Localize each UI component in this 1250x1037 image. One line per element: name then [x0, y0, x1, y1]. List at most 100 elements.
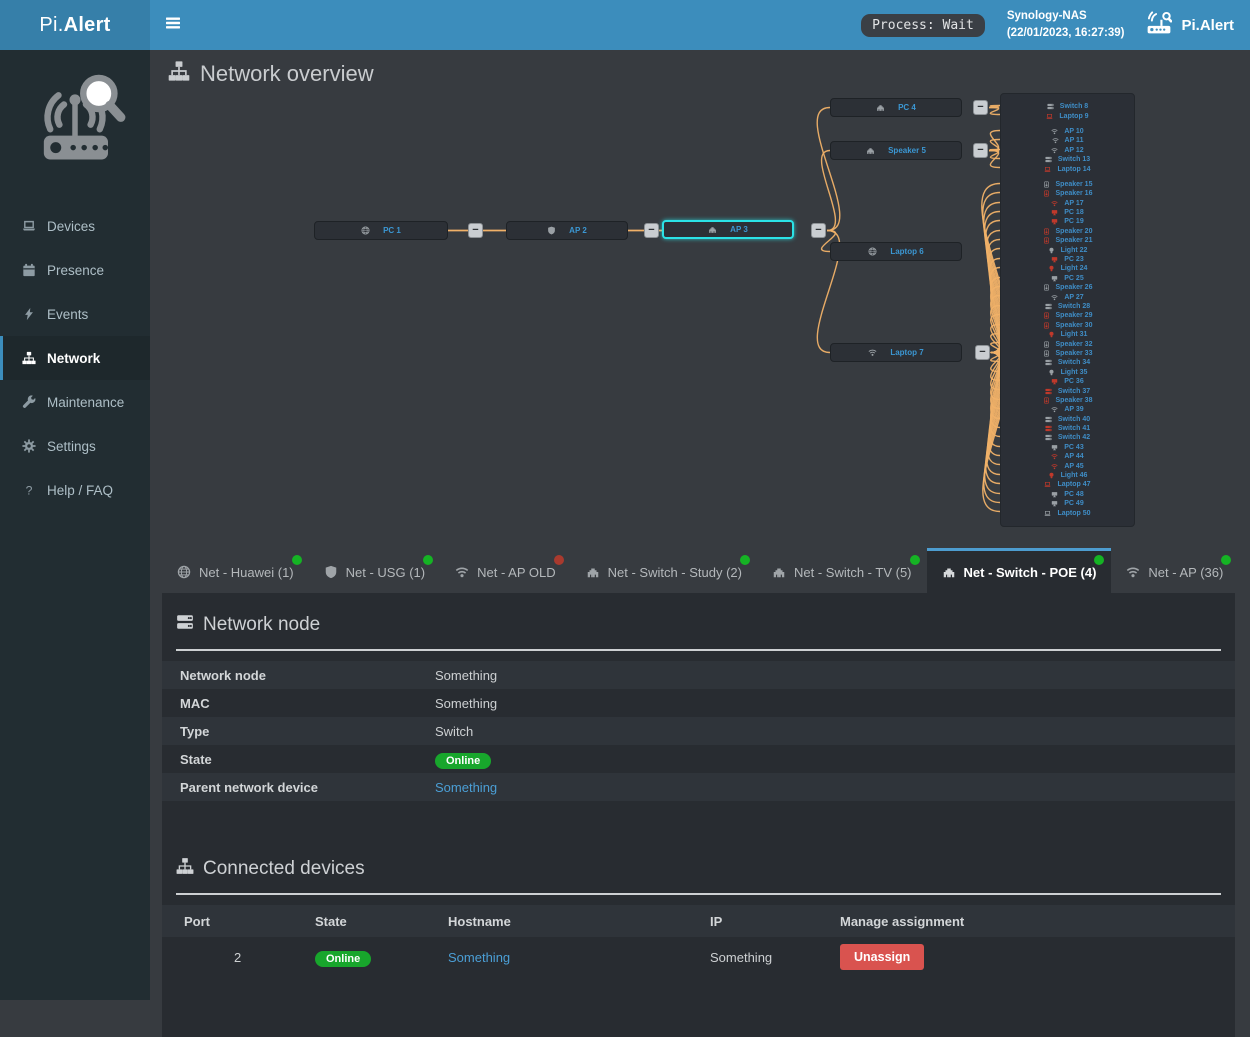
device-item-ap-27[interactable]: AP 27 — [1005, 292, 1130, 301]
network-node-laptop-7[interactable]: Laptop 7 — [830, 343, 962, 362]
collapse-button-pc4[interactable]: − — [973, 100, 988, 115]
device-item-switch-8[interactable]: Switch 8 — [1005, 102, 1130, 111]
sidebar-item-devices[interactable]: Devices — [0, 204, 150, 248]
device-item-ap-10[interactable]: AP 10 — [1005, 127, 1130, 136]
network-node-pc-1[interactable]: PC 1 — [314, 221, 448, 240]
tab-net-huawei-1[interactable]: Net - Huawei (1) — [162, 551, 309, 593]
device-item-switch-41[interactable]: Switch 41 — [1005, 424, 1130, 433]
info-value: Something — [435, 696, 497, 711]
device-item-speaker-33[interactable]: Speaker 33 — [1005, 349, 1130, 358]
device-item-switch-13[interactable]: Switch 13 — [1005, 155, 1130, 164]
device-item-light-22[interactable]: Light 22 — [1005, 245, 1130, 254]
device-item-pc-19[interactable]: PC 19 — [1005, 217, 1130, 226]
router-icon — [1146, 10, 1172, 36]
device-item-ap-11[interactable]: AP 11 — [1005, 136, 1130, 145]
hostname-link[interactable]: Something — [448, 950, 510, 965]
tab-net-switch-study-2[interactable]: Net - Switch - Study (2) — [571, 551, 757, 593]
device-item-light-46[interactable]: Light 46 — [1005, 471, 1130, 480]
device-item-speaker-29[interactable]: Speaker 29 — [1005, 311, 1130, 320]
app-logo[interactable]: Pi.Alert — [0, 0, 150, 50]
device-item-laptop-14[interactable]: Laptop 14 — [1005, 164, 1130, 173]
tab-net-switch-poe-4[interactable]: Net - Switch - POE (4) — [927, 548, 1112, 593]
svg-text:?: ? — [26, 483, 33, 497]
device-item-laptop-47[interactable]: Laptop 47 — [1005, 480, 1130, 489]
device-item-speaker-30[interactable]: Speaker 30 — [1005, 321, 1130, 330]
device-label: Speaker 16 — [1056, 190, 1093, 197]
speaker-icon — [1043, 312, 1050, 319]
collapse-button-laptop7[interactable]: − — [975, 345, 990, 360]
device-label: Speaker 21 — [1056, 237, 1093, 244]
sidebar-item-help-faq[interactable]: ?Help / FAQ — [0, 468, 150, 512]
device-item-switch-34[interactable]: Switch 34 — [1005, 358, 1130, 367]
device-item-ap-39[interactable]: AP 39 — [1005, 405, 1130, 414]
device-item-ap-12[interactable]: AP 12 — [1005, 146, 1130, 155]
device-item-ap-17[interactable]: AP 17 — [1005, 199, 1130, 208]
device-item-ap-44[interactable]: AP 44 — [1005, 452, 1130, 461]
ethernet-icon — [772, 565, 786, 579]
device-item-pc-36[interactable]: PC 36 — [1005, 377, 1130, 386]
device-item-pc-49[interactable]: PC 49 — [1005, 499, 1130, 508]
device-item-speaker-32[interactable]: Speaker 32 — [1005, 339, 1130, 348]
device-item-speaker-15[interactable]: Speaker 15 — [1005, 180, 1130, 189]
collapse-button-pc1[interactable]: − — [468, 223, 483, 238]
desktop-icon — [1051, 256, 1058, 263]
network-node-ap-2[interactable]: AP 2 — [506, 221, 628, 240]
device-item-switch-37[interactable]: Switch 37 — [1005, 386, 1130, 395]
speaker-icon — [1043, 190, 1050, 197]
network-node-ap-3[interactable]: AP 3 — [662, 220, 794, 239]
pialert-brand[interactable]: Pi.Alert — [1146, 10, 1234, 40]
info-row-type: TypeSwitch — [162, 717, 1235, 745]
device-item-ap-45[interactable]: AP 45 — [1005, 461, 1130, 470]
network-node-speaker-5[interactable]: Speaker 5 — [830, 141, 962, 160]
device-label: PC 19 — [1064, 218, 1083, 225]
collapse-button-ap3[interactable]: − — [811, 223, 826, 238]
sidebar-item-label: Devices — [47, 219, 95, 234]
device-item-pc-23[interactable]: PC 23 — [1005, 255, 1130, 264]
device-item-speaker-21[interactable]: Speaker 21 — [1005, 236, 1130, 245]
sitemap-icon — [22, 351, 36, 365]
network-node-laptop-6[interactable]: Laptop 6 — [830, 242, 962, 261]
collapse-button-ap2[interactable]: − — [644, 223, 659, 238]
cell-manage: Unassign — [840, 944, 1235, 970]
device-item-light-35[interactable]: Light 35 — [1005, 368, 1130, 377]
device-item-pc-25[interactable]: PC 25 — [1005, 274, 1130, 283]
parent-device-link[interactable]: Something — [435, 780, 497, 795]
device-label: Speaker 38 — [1056, 397, 1093, 404]
device-item-speaker-20[interactable]: Speaker 20 — [1005, 227, 1130, 236]
device-item-laptop-9[interactable]: Laptop 9 — [1005, 111, 1130, 120]
device-item-laptop-50[interactable]: Laptop 50 — [1005, 508, 1130, 517]
device-label: Laptop 50 — [1057, 510, 1090, 517]
wifi-icon — [1051, 200, 1058, 207]
device-item-speaker-26[interactable]: Speaker 26 — [1005, 283, 1130, 292]
device-item-pc-18[interactable]: PC 18 — [1005, 208, 1130, 217]
sidebar-item-presence[interactable]: Presence — [0, 248, 150, 292]
device-item-speaker-38[interactable]: Speaker 38 — [1005, 396, 1130, 405]
device-item-switch-42[interactable]: Switch 42 — [1005, 433, 1130, 442]
device-item-pc-48[interactable]: PC 48 — [1005, 490, 1130, 499]
tab-label: Net - Huawei (1) — [199, 565, 294, 580]
sidebar-item-events[interactable]: Events — [0, 292, 150, 336]
device-item-light-24[interactable]: Light 24 — [1005, 264, 1130, 273]
sidebar-menu: Devices PresenceEventsNetworkMaintenanceS… — [0, 204, 150, 512]
tab-net-ap-old[interactable]: Net - AP OLD — [440, 551, 571, 593]
collapse-button-speaker5[interactable]: − — [973, 143, 988, 158]
network-link — [989, 108, 1000, 115]
unassign-button[interactable]: Unassign — [840, 944, 924, 970]
tab-net-ap-36[interactable]: Net - AP (36) — [1111, 551, 1238, 593]
info-value: Online — [435, 752, 491, 767]
desktop-icon — [1051, 444, 1058, 451]
device-item-light-31[interactable]: Light 31 — [1005, 330, 1130, 339]
sidebar-item-network[interactable]: Network — [0, 336, 150, 380]
network-node-pc-4[interactable]: PC 4 — [830, 98, 962, 117]
question-icon: ? — [22, 483, 36, 497]
device-item-speaker-16[interactable]: Speaker 16 — [1005, 189, 1130, 198]
sidebar-item-maintenance[interactable]: Maintenance — [0, 380, 150, 424]
tab-net-switch-tv-5[interactable]: Net - Switch - TV (5) — [757, 551, 927, 593]
sidebar-item-settings[interactable]: Settings — [0, 424, 150, 468]
sidebar-toggle-button[interactable] — [150, 0, 196, 50]
device-item-switch-28[interactable]: Switch 28 — [1005, 302, 1130, 311]
device-item-pc-43[interactable]: PC 43 — [1005, 443, 1130, 452]
device-item-switch-40[interactable]: Switch 40 — [1005, 415, 1130, 424]
column-header-ip: IP — [710, 914, 840, 929]
tab-net-usg-1[interactable]: Net - USG (1) — [309, 551, 440, 593]
